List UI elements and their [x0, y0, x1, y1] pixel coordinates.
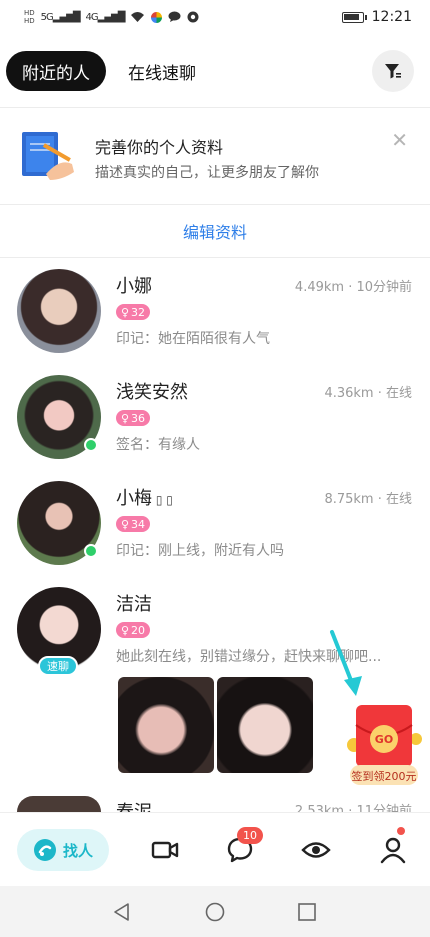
prompt-title: 完善你的个人资料 [95, 138, 224, 157]
online-indicator [84, 438, 98, 452]
user-name: 浅笑安然 [116, 382, 188, 403]
user-desc: 签名：有缘人 [116, 437, 200, 453]
age-badge: ♀ 20 [116, 622, 150, 638]
user-name: 春泥 [116, 798, 152, 812]
nav-find-people[interactable]: 找人 [17, 829, 109, 871]
list-item[interactable]: 春泥 2.53km · 11分钟前 [0, 796, 430, 812]
age-badge: ♀ 34 [116, 516, 150, 532]
status-bar: HD HD 5G▂▄▆█ 4G▂▄▆█ 12:21 [0, 0, 430, 34]
list-item[interactable]: 小梅 ▯ ▯ 8.75km · 在线 ♀ 34 印记：刚上线，附近有人吗 [0, 470, 430, 576]
prompt-subtitle: 描述真实的自己，让更多朋友了解你 [95, 165, 319, 181]
list-item[interactable]: 小娜 4.49km · 10分钟前 ♀ 32 印记：她在陌陌很有人气 [0, 258, 430, 364]
message-icon [168, 11, 181, 22]
arrow-icon [330, 630, 362, 696]
distance-time: 4.36km · 在线 [324, 386, 412, 401]
find-people-icon [33, 839, 56, 861]
avatar[interactable] [17, 796, 101, 812]
filter-icon [385, 64, 401, 79]
user-desc: 印记：刚上线，附近有人吗 [116, 543, 284, 559]
notification-dot [397, 827, 405, 835]
online-indicator [84, 544, 98, 558]
go-button[interactable]: GO [370, 725, 398, 753]
system-nav-bar [0, 886, 430, 937]
signal-5g-icon: 5G▂▄▆█ [40, 11, 81, 23]
video-icon[interactable] [150, 835, 180, 865]
distance-time: 8.75km · 在线 [324, 492, 412, 507]
distance-time: 4.49km · 10分钟前 [294, 280, 412, 295]
wifi-icon [131, 12, 145, 22]
eye-icon[interactable] [301, 835, 331, 865]
complete-profile-card: 完善你的个人资料 描述真实的自己，让更多朋友了解你 ✕ [0, 108, 430, 204]
profile-icon[interactable] [378, 835, 408, 865]
recents-icon[interactable] [298, 903, 316, 921]
close-icon[interactable]: ✕ [391, 128, 408, 152]
app-notify-icon [151, 11, 163, 23]
age-badge: ♀ 32 [116, 304, 150, 320]
nav-find-label: 找人 [62, 841, 93, 860]
back-icon[interactable] [112, 902, 132, 922]
user-photo[interactable] [118, 677, 214, 773]
edit-profile-link[interactable]: 编辑资料 [0, 205, 430, 257]
home-icon[interactable] [205, 902, 225, 922]
distance-time: 2.53km · 11分钟前 [294, 804, 412, 812]
tab-online-chat[interactable]: 在线速聊 [128, 59, 196, 84]
battery-icon [341, 11, 367, 23]
sync-icon [187, 11, 199, 23]
promo-caption: 签到领200元 [351, 770, 417, 783]
top-tab-bar: 附近的人 在线速聊 [0, 48, 430, 94]
user-desc: 印记：她在陌陌很有人气 [116, 331, 270, 347]
avatar[interactable] [17, 269, 101, 353]
age-badge: ♀ 36 [116, 410, 150, 426]
unread-badge: 10 [237, 827, 263, 844]
red-packet-promo[interactable]: GO 签到领200元 [346, 705, 422, 789]
list-item[interactable]: 浅笑安然 4.36km · 在线 ♀ 36 签名：有缘人 [0, 364, 430, 470]
user-photo[interactable] [217, 677, 313, 773]
tab-nearby[interactable]: 附近的人 [6, 51, 106, 91]
user-name: 洁洁 [116, 594, 152, 615]
clock: 12:21 [371, 9, 412, 25]
bottom-nav: 找人 10 [0, 812, 430, 886]
hd-indicator: HD HD [24, 9, 35, 25]
filter-button[interactable] [372, 50, 414, 92]
quick-chat-badge: 速聊 [38, 656, 78, 676]
notebook-pen-illustration [22, 132, 74, 180]
user-name: 小梅 ▯ ▯ [116, 488, 173, 509]
signal-4g-icon: 4G▂▄▆█ [85, 11, 126, 23]
user-name: 小娜 [116, 276, 152, 297]
